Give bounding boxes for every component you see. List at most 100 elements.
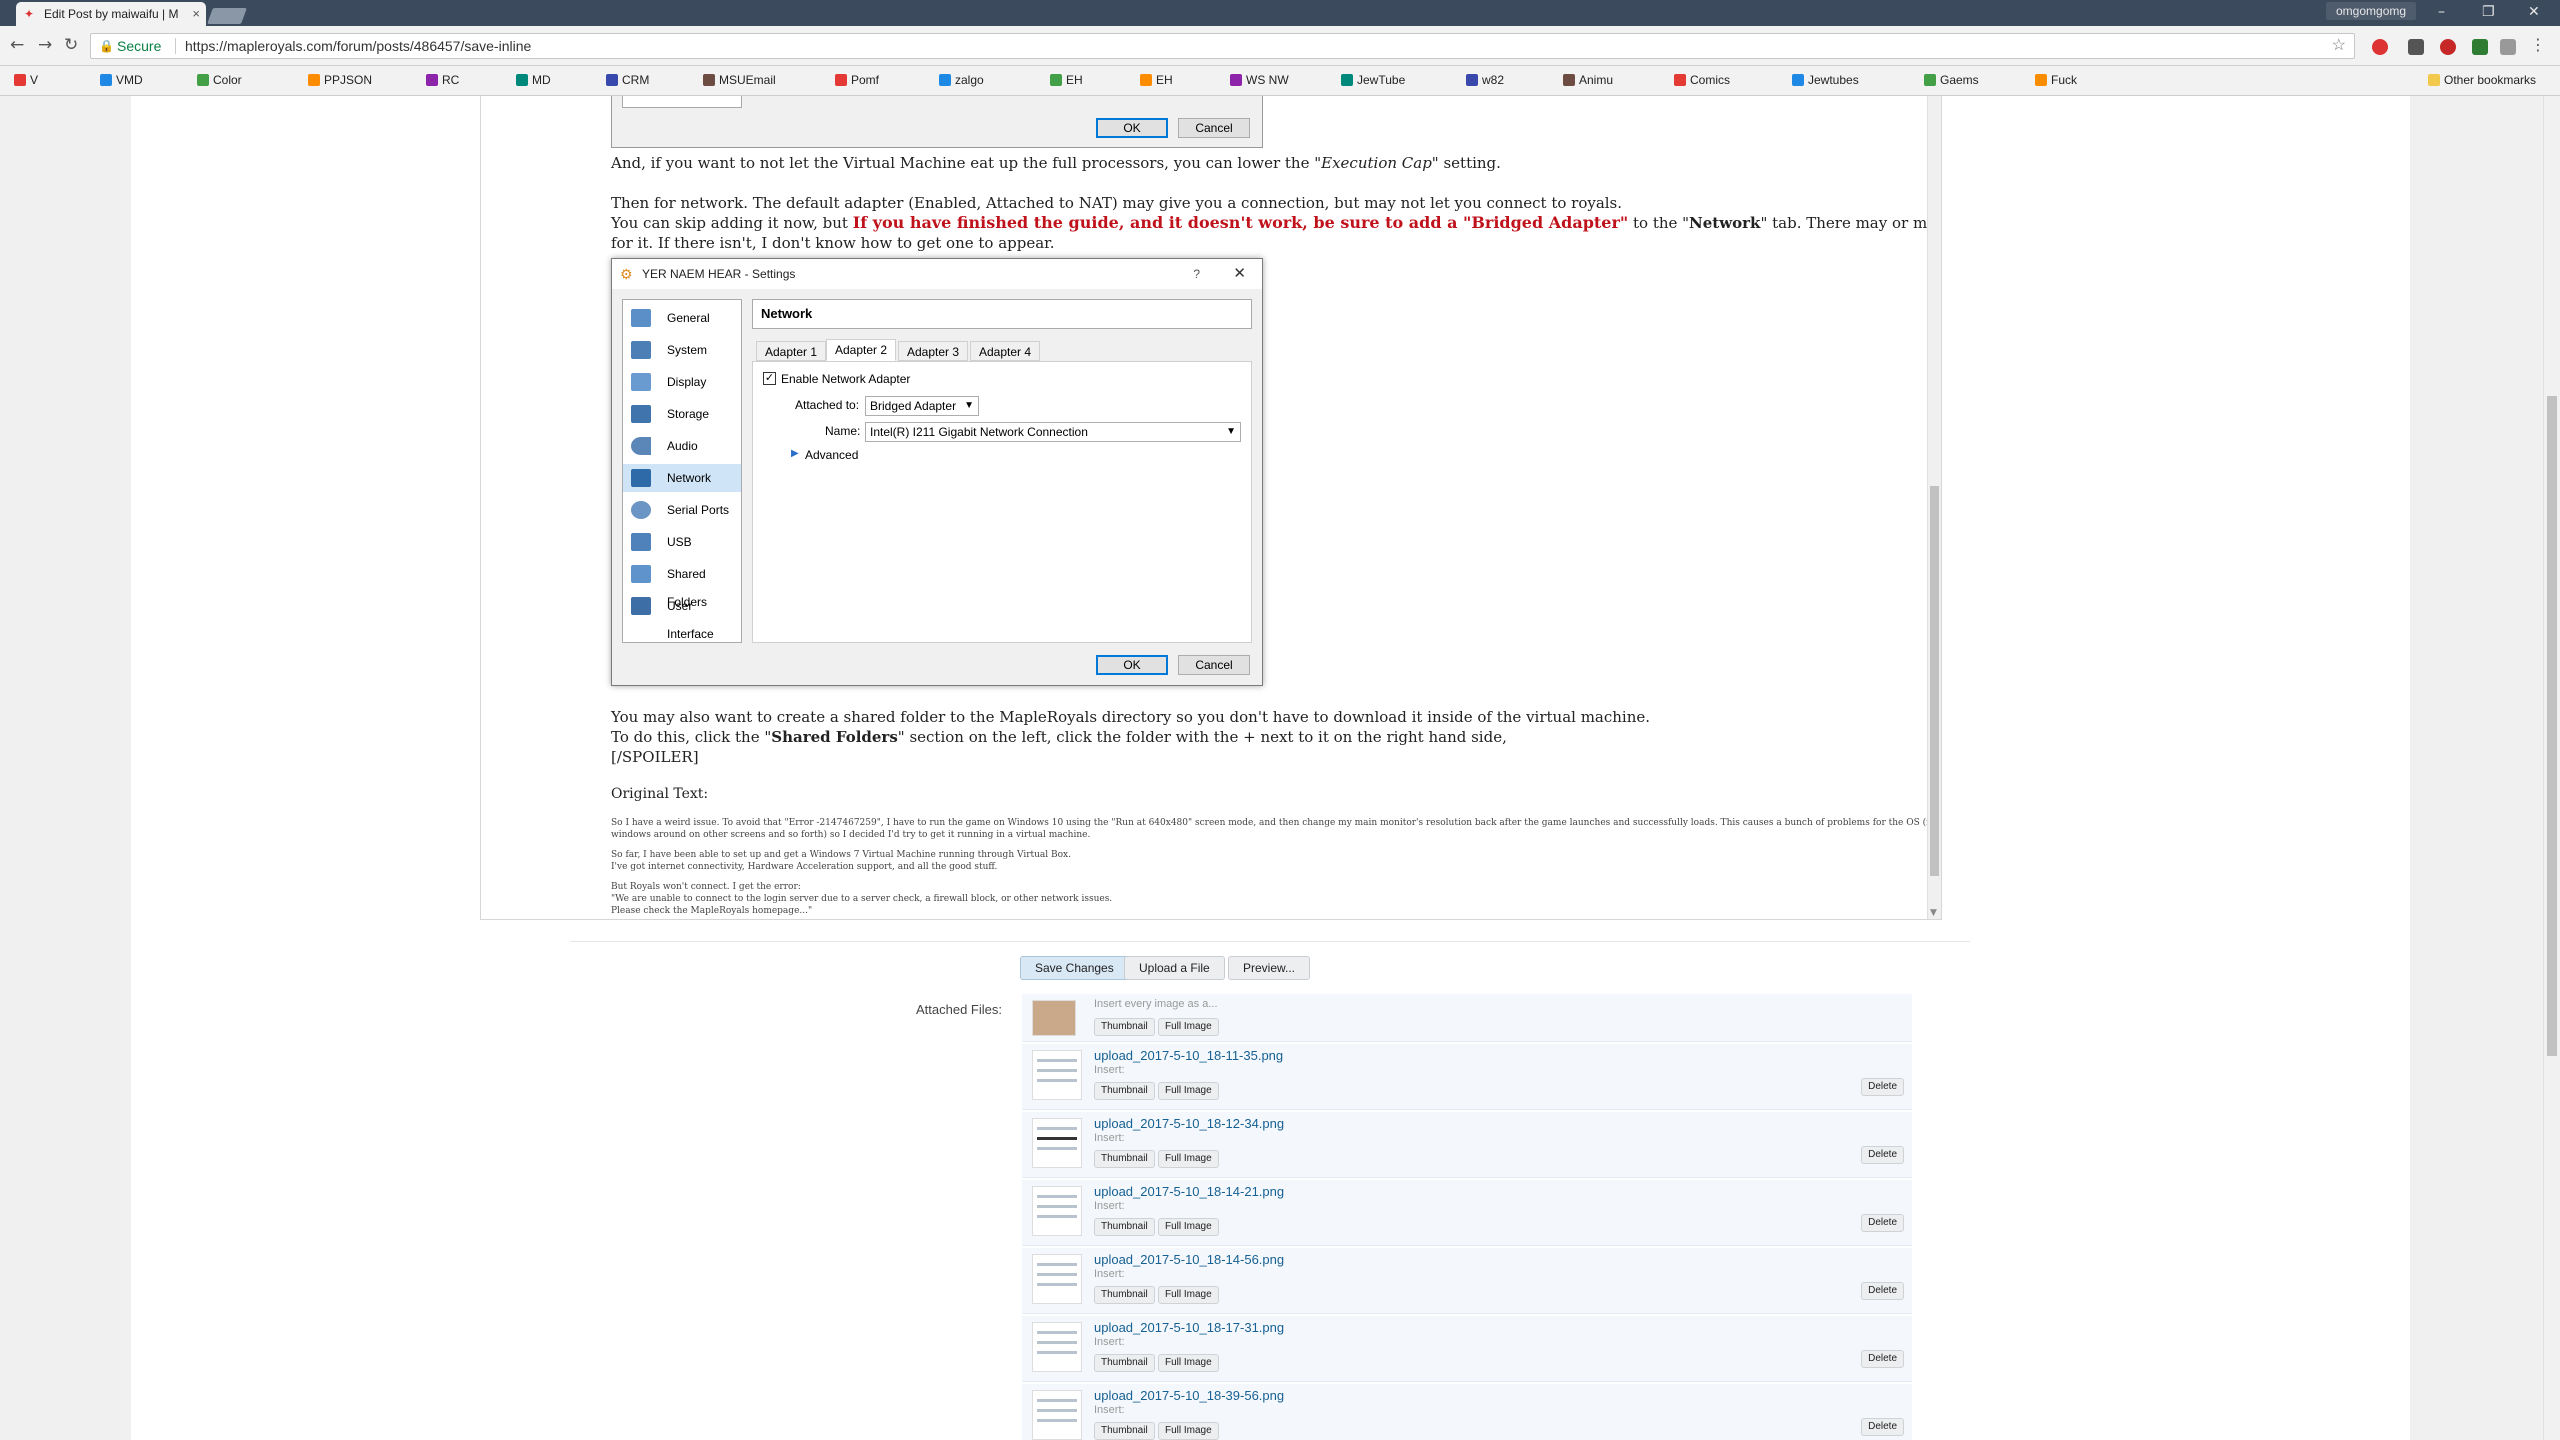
other-bookmarks[interactable]: Other bookmarks [2428,73,2536,87]
tab-adapter-4[interactable]: Adapter 4 [970,341,1041,361]
forward-icon[interactable]: → [38,35,52,55]
sidebar-item-storage[interactable]: Storage [623,400,741,428]
bookmark-item[interactable]: VMD [100,73,143,87]
insert-full-image-button[interactable]: Full Image [1158,1218,1219,1236]
insert-full-image-button[interactable]: Full Image [1158,1286,1219,1304]
delete-button[interactable]: Delete [1861,1282,1904,1300]
advanced-toggle[interactable]: Advanced [805,448,858,462]
insert-thumbnail-button[interactable]: Thumbnail [1094,1082,1155,1100]
save-changes-button[interactable]: Save Changes [1020,956,1129,980]
insert-full-image-button[interactable]: Full Image [1158,1354,1219,1372]
tab-adapter-1[interactable]: Adapter 1 [756,341,827,361]
sidebar-item-serial-ports[interactable]: Serial Ports [623,496,741,524]
bookmark-star-icon[interactable]: ☆ [2332,34,2346,58]
bookmark-item[interactable]: EH [1050,73,1083,87]
file-name-link[interactable]: upload_2017-5-10_18-14-56.png [1094,1252,1284,1267]
bookmark-item[interactable]: Pomf [835,73,879,87]
delete-button[interactable]: Delete [1861,1146,1904,1164]
enable-adapter-checkbox[interactable]: ✓ [763,372,776,385]
sidebar-item-usb[interactable]: USB [623,528,741,556]
bookmark-item[interactable]: Animu [1563,73,1613,87]
bookmark-item[interactable]: Gaems [1924,73,1979,87]
delete-button[interactable]: Delete [1861,1078,1904,1096]
extension-icon[interactable] [2408,39,2424,55]
sidebar-item-user-interface[interactable]: User Interface [623,592,741,641]
insert-full-image-button[interactable]: Full Image [1158,1082,1219,1100]
insert-full-image-button[interactable]: Full Image [1158,1150,1219,1168]
insert-all-thumbnail-button[interactable]: Thumbnail [1094,1018,1155,1036]
scroll-down-icon[interactable]: ▼ [1930,908,1937,918]
bookmark-item[interactable]: Comics [1674,73,1730,87]
sidebar-item-audio[interactable]: Audio [623,432,741,460]
bookmark-item[interactable]: Jewtubes [1792,73,1859,87]
bookmark-item[interactable]: WS NW [1230,73,1289,87]
extension-icon[interactable] [2472,39,2488,55]
delete-button[interactable]: Delete [1861,1214,1904,1232]
file-name-link[interactable]: upload_2017-5-10_18-11-35.png [1094,1048,1283,1063]
scrollbar-thumb[interactable] [1930,486,1939,876]
browser-tab[interactable]: ✦ Edit Post by maiwaifu | M × [16,2,206,26]
delete-button[interactable]: Delete [1861,1418,1904,1436]
bookmark-item[interactable]: Color [197,73,242,87]
tab-adapter-3[interactable]: Adapter 3 [898,341,969,361]
sidebar-item-network[interactable]: Network [623,464,741,492]
insert-thumbnail-button[interactable]: Thumbnail [1094,1150,1155,1168]
insert-thumbnail-button[interactable]: Thumbnail [1094,1422,1155,1440]
tab-adapter-2[interactable]: Adapter 2 [826,339,897,361]
close-tab-icon[interactable]: × [192,2,200,26]
bookmark-item[interactable]: CRM [606,73,649,87]
sidebar-item-display[interactable]: Display [623,368,741,396]
bookmark-item[interactable]: JewTube [1341,73,1405,87]
insert-thumbnail-button[interactable]: Thumbnail [1094,1286,1155,1304]
insert-full-image-button[interactable]: Full Image [1158,1422,1219,1440]
upload-file-button[interactable]: Upload a File [1124,956,1225,980]
extension-icon[interactable] [2500,39,2516,55]
scrollbar-thumb[interactable] [2547,396,2557,1056]
bookmark-item[interactable]: zalgo [939,73,984,87]
post-editor[interactable]: OK Cancel And, if you want to not let th… [480,96,1942,920]
insert-thumbnail-button[interactable]: Thumbnail [1094,1354,1155,1372]
window-close-icon[interactable]: ✕ [2528,4,2540,20]
profile-button[interactable]: omgomgomg [2326,2,2417,20]
cancel-button[interactable]: Cancel [1178,655,1250,675]
ok-button[interactable]: OK [1096,655,1168,675]
file-name-link[interactable]: upload_2017-5-10_18-12-34.png [1094,1116,1284,1131]
reload-icon[interactable]: ↻ [64,35,78,55]
file-name-link[interactable]: upload_2017-5-10_18-39-56.png [1094,1388,1284,1403]
file-name-link[interactable]: upload_2017-5-10_18-14-21.png [1094,1184,1284,1199]
bookmark-item[interactable]: EH [1140,73,1173,87]
bookmark-item[interactable]: RC [426,73,459,87]
ok-button[interactable]: OK [1096,118,1168,138]
minimize-icon[interactable]: – [2438,4,2445,20]
opera-extension-icon[interactable] [2372,39,2388,55]
sidebar-item-general[interactable]: General [623,304,741,332]
delete-button[interactable]: Delete [1861,1350,1904,1368]
adapter-name-dropdown[interactable]: Intel(R) I211 Gigabit Network Connection… [865,422,1241,442]
editor-scrollbar[interactable]: ▼ [1927,96,1941,919]
file-name-link[interactable]: upload_2017-5-10_18-17-31.png [1094,1320,1284,1335]
insert-all-full-image-button[interactable]: Full Image [1158,1018,1219,1036]
back-icon[interactable]: ← [10,35,24,55]
bookmark-item[interactable]: w82 [1466,73,1504,87]
page-scrollbar[interactable] [2543,96,2560,1440]
restore-icon[interactable]: ❐ [2482,4,2495,20]
preview-button[interactable]: Preview... [1228,956,1311,980]
bookmark-item[interactable]: Fuck [2035,73,2077,87]
sidebar-item-system[interactable]: System [623,336,741,364]
close-icon[interactable]: ✕ [1233,259,1246,289]
bookmark-item[interactable]: PPJSON [308,73,372,87]
menu-icon[interactable]: ⋮ [2530,35,2546,54]
cancel-button[interactable]: Cancel [1178,118,1250,138]
sidebar-item-shared-folders[interactable]: Shared Folders [623,560,741,609]
help-icon[interactable]: ? [1193,259,1200,289]
attached-to-dropdown[interactable]: Bridged Adapter ▼ [865,396,979,416]
bookmark-item[interactable]: MSUEmail [703,73,776,87]
insert-label: Insert: [1094,1132,1125,1144]
bookmark-item[interactable]: V [14,73,38,87]
bookmark-item[interactable]: MD [516,73,551,87]
adblock-extension-icon[interactable] [2440,39,2456,55]
address-bar[interactable]: 🔒 Secure https://mapleroyals.com/forum/p… [90,33,2355,59]
new-tab-button[interactable] [207,8,247,24]
expand-arrow-icon[interactable]: ▶ [791,448,799,459]
insert-thumbnail-button[interactable]: Thumbnail [1094,1218,1155,1236]
